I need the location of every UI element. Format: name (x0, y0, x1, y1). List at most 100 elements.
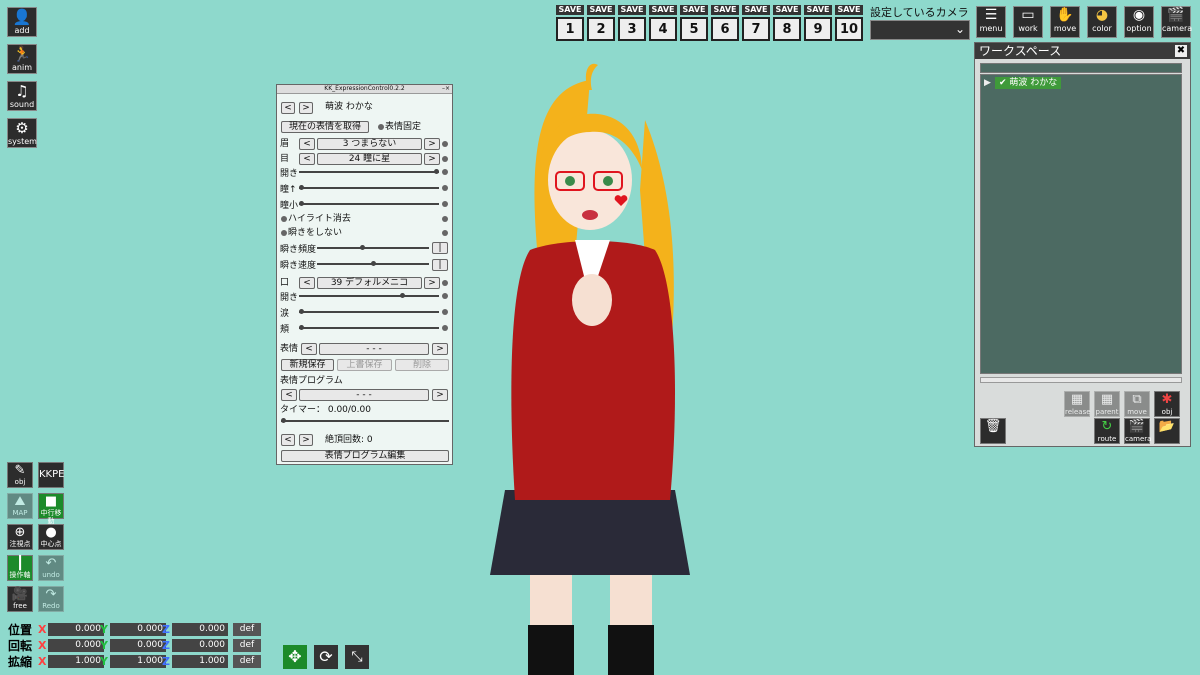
preset-next-button[interactable]: > (432, 343, 448, 355)
close-icon[interactable]: ✖ (1175, 45, 1187, 57)
highlight-off-toggle[interactable] (281, 216, 287, 222)
no-blink-toggle[interactable] (281, 230, 287, 236)
timer-slider[interactable] (281, 418, 449, 423)
brow-toggle[interactable] (442, 141, 448, 147)
brow-next-button[interactable]: > (424, 138, 440, 150)
coord-default-button[interactable]: def (233, 623, 261, 636)
pupil-toggle[interactable] (442, 185, 448, 191)
coord-input-y[interactable]: 1.000 (110, 655, 166, 668)
program-next-button[interactable]: > (432, 389, 448, 401)
save-slot-10[interactable]: SAVE 10 (835, 5, 863, 43)
coord-input-x[interactable]: 1.000 (48, 655, 104, 668)
new-save-button[interactable]: 新規保存 (281, 359, 334, 371)
save-slot-6[interactable]: SAVE 6 (711, 5, 739, 43)
ws-camera-button[interactable]: 🎬 camera (1124, 418, 1151, 444)
brow-prev-button[interactable]: < (299, 138, 315, 150)
cheek-slider[interactable] (299, 325, 439, 330)
blink-speed-reset-button[interactable]: | (432, 259, 448, 271)
blink-frequency-slider[interactable] (317, 245, 429, 250)
scale-gizmo-button[interactable]: ⤡ (345, 645, 369, 669)
add-button[interactable]: 👤 add (7, 7, 37, 37)
eye-open-slider[interactable] (299, 169, 439, 174)
eye-prev-button[interactable]: < (299, 153, 315, 165)
mouth-toggle[interactable] (442, 280, 448, 286)
program-prev-button[interactable]: < (281, 389, 297, 401)
tears-slider[interactable] (299, 309, 439, 314)
workspace-scrollbar[interactable] (980, 377, 1182, 383)
climax-prev-button[interactable]: < (281, 434, 295, 446)
pupil-small-toggle[interactable] (442, 201, 448, 207)
pupil-small-slider[interactable] (299, 201, 439, 206)
save-slot-4[interactable]: SAVE 4 (649, 5, 677, 43)
parent-button[interactable]: ▦ parent (1094, 391, 1120, 417)
expand-arrow-icon[interactable]: ▶ (984, 78, 991, 88)
camera-select[interactable]: ⌄ (870, 20, 970, 40)
coord-input-y[interactable]: 0.000 (110, 639, 166, 652)
release-button[interactable]: ▦ release (1064, 391, 1091, 417)
coord-input-z[interactable]: 1.000 (172, 655, 228, 668)
redo-button[interactable]: ↷ Redo (38, 586, 64, 612)
free-camera-button[interactable]: 🎥 free (7, 586, 33, 612)
anim-button[interactable]: 🏃 anim (7, 44, 37, 74)
trash-button[interactable]: 🗑 (980, 418, 1006, 444)
eye-next-button[interactable]: > (424, 153, 440, 165)
mouth-prev-button[interactable]: < (299, 277, 315, 289)
coord-input-x[interactable]: 0.000 (48, 639, 104, 652)
edit-program-button[interactable]: 表情プログラム編集 (281, 450, 449, 462)
color-button[interactable]: ◕ color (1087, 6, 1117, 38)
coord-input-y[interactable]: 0.000 (110, 623, 166, 636)
undo-button[interactable]: ↶ undo (38, 555, 64, 581)
pupil-slider[interactable] (299, 185, 439, 190)
system-button[interactable]: ⚙ system (7, 118, 37, 148)
save-slot-8[interactable]: SAVE 8 (773, 5, 801, 43)
move-gizmo-button[interactable]: ✥ (283, 645, 307, 669)
highlight-side-toggle[interactable] (442, 216, 448, 222)
coord-default-button[interactable]: def (233, 655, 261, 668)
map-button[interactable]: ⛰ MAP (7, 493, 33, 519)
operation-axis-button[interactable]: ┃ 操作軸 (7, 555, 33, 581)
coord-default-button[interactable]: def (233, 639, 261, 652)
cheek-toggle[interactable] (442, 325, 448, 331)
workspace-item[interactable]: ✔ 萌波 わかな (995, 77, 1062, 89)
save-slot-5[interactable]: SAVE 5 (680, 5, 708, 43)
work-button[interactable]: ▭ work (1013, 6, 1043, 38)
fix-expression-toggle[interactable] (378, 124, 384, 130)
save-slot-2[interactable]: SAVE 2 (587, 5, 615, 43)
preset-prev-button[interactable]: < (301, 343, 317, 355)
rotate-gizmo-button[interactable]: ⟳ (314, 645, 338, 669)
eye-toggle[interactable] (442, 156, 448, 162)
route-button[interactable]: ↻ route (1094, 418, 1120, 444)
move-copy-button[interactable]: ⧉move copy (1124, 391, 1150, 424)
parallel-move-button[interactable]: ■ 中行移動 (38, 493, 64, 525)
minimize-close-icon[interactable]: –× (442, 85, 450, 92)
obj-copy-button[interactable]: ✱obj copy (1154, 391, 1180, 424)
save-slot-3[interactable]: SAVE 3 (618, 5, 646, 43)
coord-input-z[interactable]: 0.000 (172, 639, 228, 652)
center-point-button[interactable]: ● 中心点 (38, 524, 64, 550)
blink-speed-slider[interactable] (317, 261, 429, 266)
coord-input-z[interactable]: 0.000 (172, 623, 228, 636)
menu-button[interactable]: ☰ menu (976, 6, 1006, 38)
folder-button[interactable]: 📂 (1154, 418, 1180, 444)
tears-toggle[interactable] (442, 309, 448, 315)
overwrite-save-button[interactable]: 上書保存 (337, 359, 392, 371)
mouth-open-slider[interactable] (299, 293, 439, 298)
obj-button[interactable]: ✎ obj (7, 462, 33, 488)
save-slot-7[interactable]: SAVE 7 (742, 5, 770, 43)
gaze-point-button[interactable]: ⊕ 注視点 (7, 524, 33, 550)
mouth-open-toggle[interactable] (442, 293, 448, 299)
save-slot-1[interactable]: SAVE 1 (556, 5, 584, 43)
camera-button[interactable]: 🎬 camera (1161, 6, 1192, 38)
character-prev-button[interactable]: < (281, 102, 295, 114)
eye-open-toggle[interactable] (442, 169, 448, 175)
character-next-button[interactable]: > (299, 102, 313, 114)
get-expression-button[interactable]: 現在の表情を取得 (281, 121, 369, 133)
kkpe-button[interactable]: KKPE (38, 462, 64, 488)
delete-preset-button[interactable]: 削除 (395, 359, 449, 371)
no-blink-side-toggle[interactable] (442, 230, 448, 236)
option-button[interactable]: ◉ option (1124, 6, 1154, 38)
save-slot-9[interactable]: SAVE 9 (804, 5, 832, 43)
mouth-next-button[interactable]: > (424, 277, 440, 289)
climax-next-button[interactable]: > (299, 434, 313, 446)
sound-button[interactable]: ♫ sound (7, 81, 37, 111)
